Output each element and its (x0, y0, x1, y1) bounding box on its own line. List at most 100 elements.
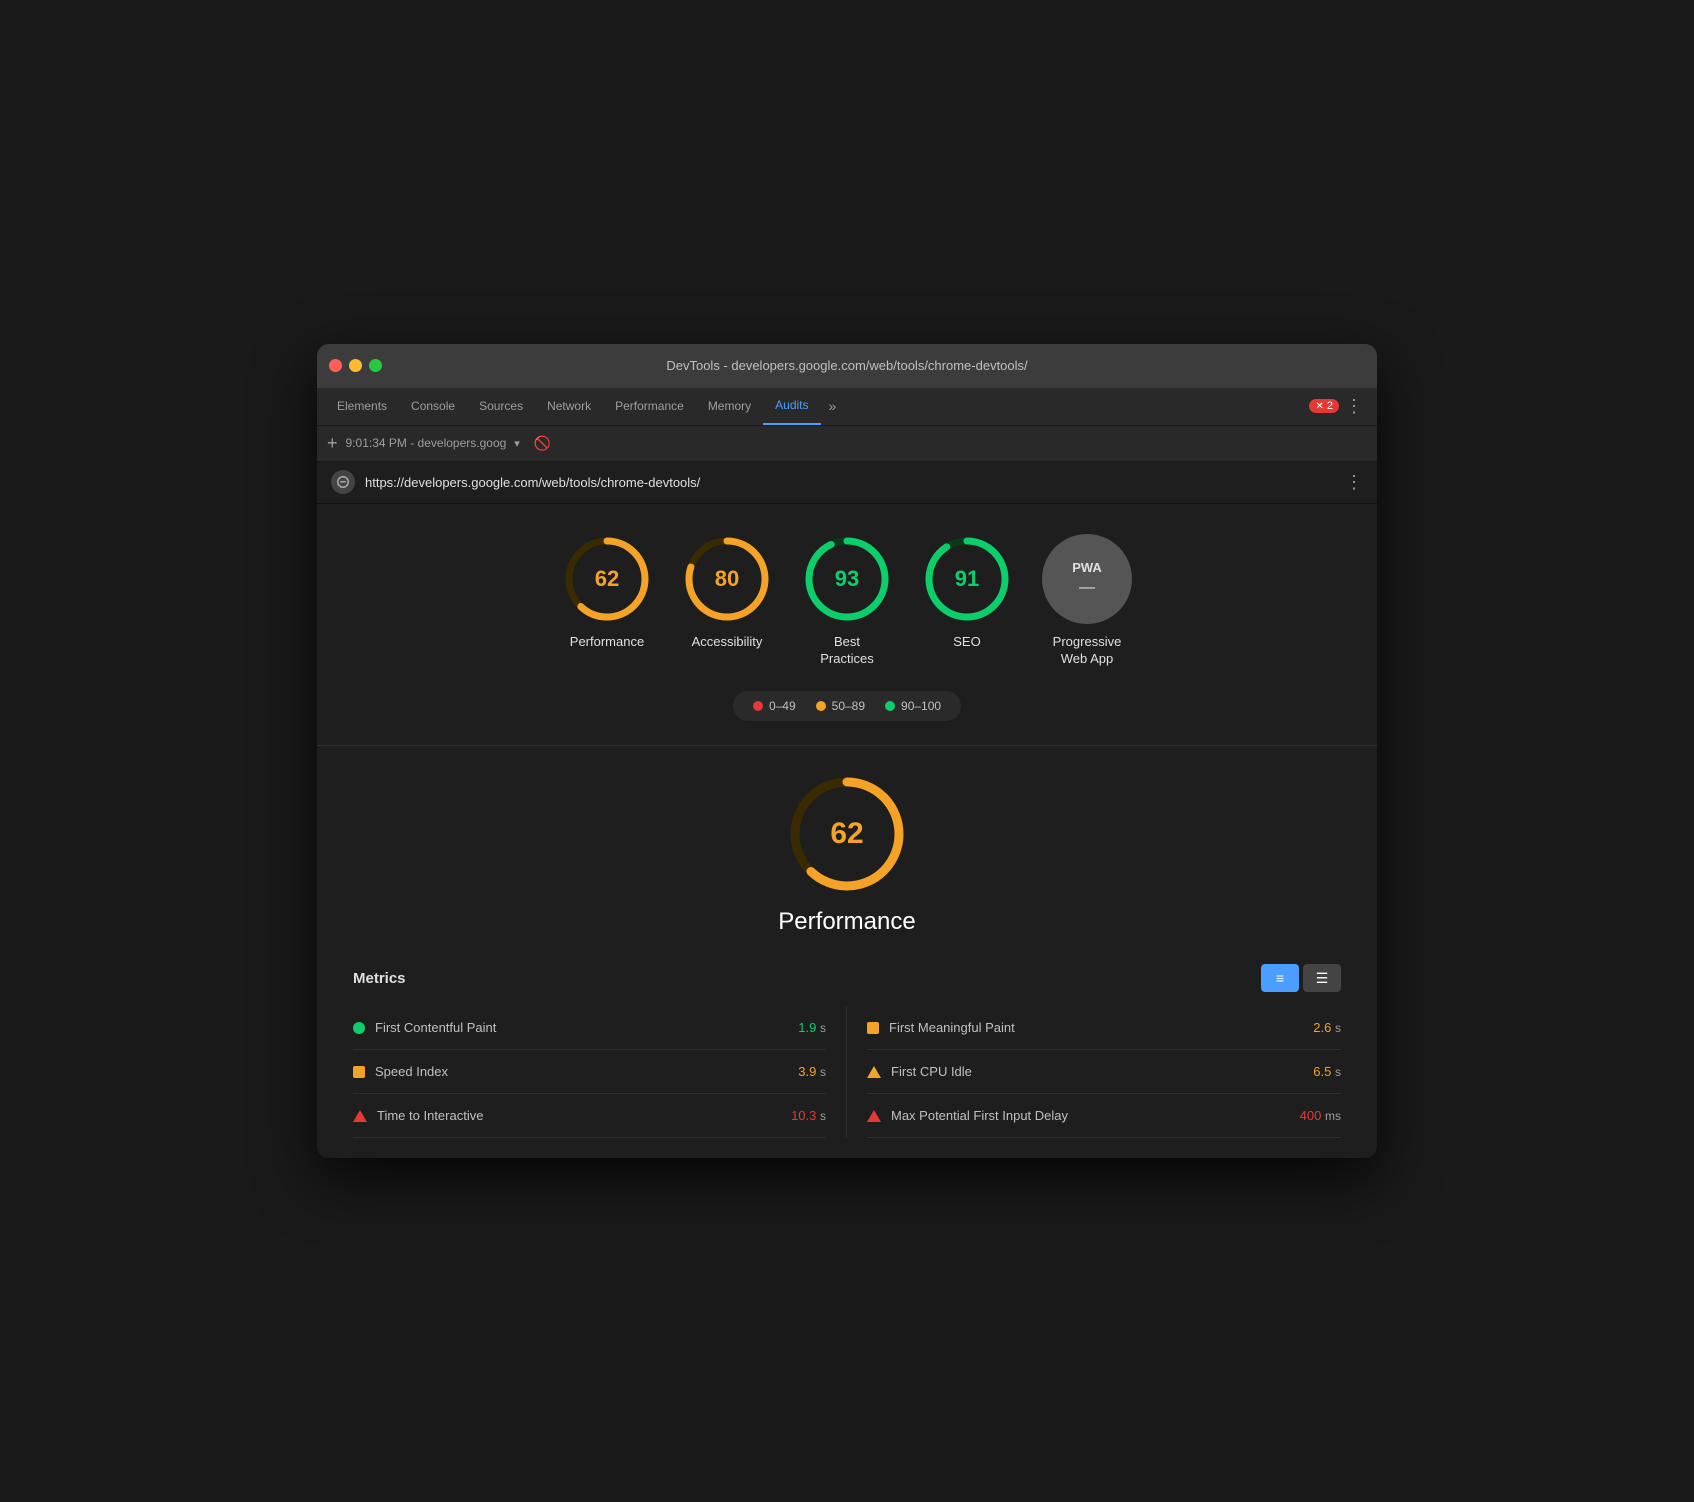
metric-fci: First CPU Idle 6.5 s (867, 1050, 1341, 1094)
score-performance-value: 62 (595, 566, 619, 592)
score-seo-label: SEO (953, 634, 980, 651)
legend-orange: 50–89 (816, 699, 865, 713)
score-seo: 91 SEO (922, 534, 1012, 668)
mpfid-value: 400 ms (1300, 1108, 1341, 1123)
list-icon: ☰ (1316, 970, 1329, 987)
pwa-text: PWA (1072, 560, 1102, 575)
error-badge: ✕ 2 (1309, 399, 1339, 413)
tab-sources[interactable]: Sources (467, 388, 535, 425)
fci-icon (867, 1066, 881, 1078)
fci-value: 6.5 s (1313, 1064, 1341, 1079)
metrics-header: Metrics ≡ ☰ (353, 964, 1341, 992)
legend-red: 0–49 (753, 699, 796, 713)
traffic-lights (329, 359, 382, 372)
block-icon[interactable]: 🚫 (534, 435, 551, 452)
minimize-button[interactable] (349, 359, 362, 372)
fmp-name: First Meaningful Paint (889, 1020, 1303, 1035)
score-best-practices-value: 93 (835, 566, 859, 592)
pwa-dash: — (1079, 579, 1095, 597)
scores-row: 62 Performance 80 Accessibility (337, 534, 1357, 668)
mpfid-name: Max Potential First Input Delay (891, 1108, 1290, 1123)
metrics-col-right: First Meaningful Paint 2.6 s First CPU I… (847, 1006, 1341, 1138)
tab-memory[interactable]: Memory (696, 388, 763, 425)
pwa-circle: PWA — (1042, 534, 1132, 624)
score-best-practices: 93 BestPractices (802, 534, 892, 668)
fcp-value: 1.9 s (798, 1020, 826, 1035)
tab-audits[interactable]: Audits (763, 388, 820, 425)
score-pwa: PWA — ProgressiveWeb App (1042, 534, 1132, 668)
section-divider (317, 745, 1377, 746)
browser-window: DevTools - developers.google.com/web/too… (317, 344, 1377, 1159)
site-icon (331, 470, 355, 494)
url-text[interactable]: https://developers.google.com/web/tools/… (365, 475, 1345, 490)
metric-tti: Time to Interactive 10.3 s (353, 1094, 826, 1138)
mpfid-icon (867, 1110, 881, 1122)
fcp-name: First Contentful Paint (375, 1020, 788, 1035)
title-bar: DevTools - developers.google.com/web/too… (317, 344, 1377, 388)
metric-fmp: First Meaningful Paint 2.6 s (867, 1006, 1341, 1050)
metrics-col-left: First Contentful Paint 1.9 s Speed Index… (353, 1006, 847, 1138)
gauge-performance: 62 (562, 534, 652, 624)
legend-orange-label: 50–89 (832, 699, 865, 713)
dropdown-arrow-icon[interactable]: ▾ (514, 437, 520, 450)
main-content: 62 Performance 80 Accessibility (317, 504, 1377, 1159)
si-icon (353, 1066, 365, 1078)
score-accessibility-label: Accessibility (692, 634, 763, 651)
metric-si: Speed Index 3.9 s (353, 1050, 826, 1094)
maximize-button[interactable] (369, 359, 382, 372)
new-tab-icon[interactable]: + (327, 433, 338, 454)
tab-network[interactable]: Network (535, 388, 603, 425)
toggle-list-button[interactable]: ☰ (1303, 964, 1341, 992)
legend-dot-orange (816, 701, 826, 711)
si-value: 3.9 s (798, 1064, 826, 1079)
score-performance: 62 Performance (562, 534, 652, 668)
legend-inner: 0–49 50–89 90–100 (733, 691, 961, 721)
error-count: 2 (1327, 400, 1333, 412)
legend-dot-green (885, 701, 895, 711)
score-legend: 0–49 50–89 90–100 (337, 691, 1357, 721)
big-gauge: 62 (787, 774, 907, 894)
big-score-title: Performance (778, 908, 915, 936)
url-bar: https://developers.google.com/web/tools/… (317, 462, 1377, 504)
metric-fcp: First Contentful Paint 1.9 s (353, 1006, 826, 1050)
score-performance-label: Performance (570, 634, 644, 651)
url-menu-icon[interactable]: ⋮ (1345, 472, 1363, 493)
devtools-menu-icon[interactable]: ⋮ (1339, 396, 1369, 417)
tti-value: 10.3 s (791, 1108, 826, 1123)
score-seo-value: 91 (955, 566, 979, 592)
metrics-toggle: ≡ ☰ (1261, 964, 1341, 992)
metrics-section: Metrics ≡ ☰ First Contentf (337, 964, 1357, 1138)
gauge-accessibility: 80 (682, 534, 772, 624)
score-best-practices-label: BestPractices (820, 634, 873, 668)
address-bar: + 9:01:34 PM - developers.goog ▾ 🚫 (317, 426, 1377, 462)
window-title: DevTools - developers.google.com/web/too… (666, 358, 1027, 373)
tab-performance[interactable]: Performance (603, 388, 696, 425)
error-x-icon: ✕ (1315, 401, 1323, 412)
tti-name: Time to Interactive (377, 1108, 781, 1123)
tab-console[interactable]: Console (399, 388, 467, 425)
devtools-tabbar: Elements Console Sources Network Perform… (317, 388, 1377, 426)
big-score-section: 62 Performance (337, 774, 1357, 936)
tab-elements[interactable]: Elements (325, 388, 399, 425)
tti-icon (353, 1110, 367, 1122)
legend-red-label: 0–49 (769, 699, 796, 713)
more-tabs-icon[interactable]: » (821, 398, 845, 414)
grid-icon: ≡ (1276, 970, 1284, 986)
metric-mpfid: Max Potential First Input Delay 400 ms (867, 1094, 1341, 1138)
gauge-seo: 91 (922, 534, 1012, 624)
metrics-grid: First Contentful Paint 1.9 s Speed Index… (353, 1006, 1341, 1138)
score-pwa-label: ProgressiveWeb App (1053, 634, 1122, 668)
fcp-icon (353, 1022, 365, 1034)
fmp-value: 2.6 s (1313, 1020, 1341, 1035)
close-button[interactable] (329, 359, 342, 372)
metrics-title: Metrics (353, 970, 406, 987)
gauge-best-practices: 93 (802, 534, 892, 624)
legend-green-label: 90–100 (901, 699, 941, 713)
toggle-grid-button[interactable]: ≡ (1261, 964, 1299, 992)
fci-name: First CPU Idle (891, 1064, 1303, 1079)
fmp-icon (867, 1022, 879, 1034)
big-score-value: 62 (830, 817, 863, 851)
score-accessibility-value: 80 (715, 566, 739, 592)
legend-green: 90–100 (885, 699, 941, 713)
si-name: Speed Index (375, 1064, 788, 1079)
